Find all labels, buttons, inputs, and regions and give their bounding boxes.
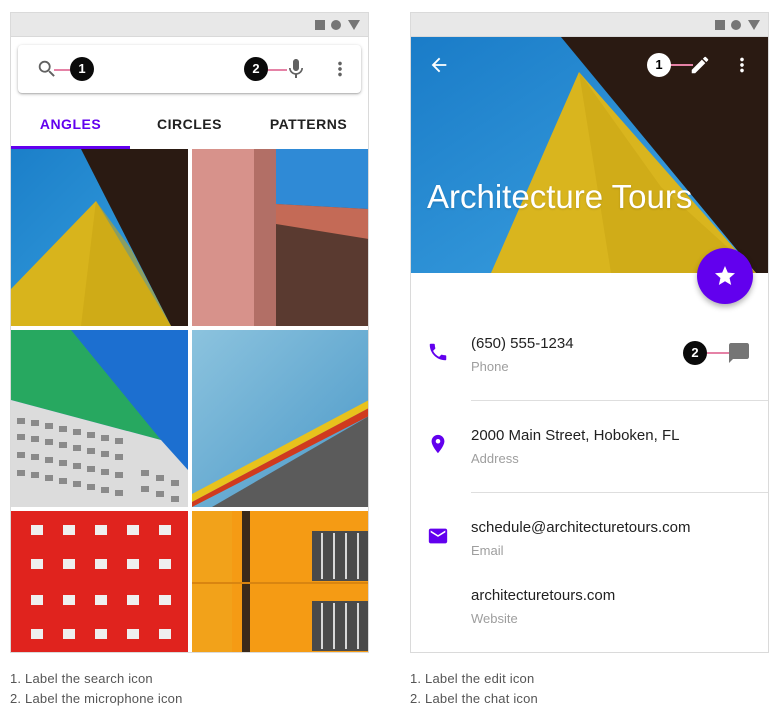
phone-value[interactable]: (650) 555-1234 [471,335,574,352]
status-circle-icon [331,20,341,30]
favorite-fab[interactable] [697,248,753,304]
annotation-badge-2: 2 [244,57,268,81]
status-square-icon [715,20,725,30]
annotation-line [669,64,693,66]
annotation-line [267,69,287,71]
phone-icon [429,343,447,361]
mic-icon[interactable] [284,57,308,81]
status-circle-icon [731,20,741,30]
status-bar [11,13,368,37]
annotation-badge-2: 2 [683,341,707,365]
more-vert-icon[interactable] [731,54,753,76]
divider [471,400,768,401]
tab-patterns[interactable]: PATTERNS [249,105,368,149]
grid-image-2[interactable] [192,149,368,326]
screen-contact-detail: 1 Architecture Tours (650) 555-1234 Phon… [410,12,769,653]
status-triangle-icon [348,20,360,30]
more-vert-icon[interactable] [329,58,351,80]
status-bar [411,13,768,37]
tab-circles[interactable]: CIRCLES [130,105,249,149]
annotation-badge-1: 1 [647,53,671,77]
grid-image-1[interactable] [11,149,188,326]
arrow-back-icon[interactable] [428,54,450,76]
annotation-badge-1: 1 [70,57,94,81]
caption-left-2: 2. Label the microphone icon [10,691,183,706]
caption-left-1: 1. Label the search icon [10,671,153,686]
annotation-line [707,352,729,354]
location-icon [431,434,445,454]
image-grid [11,149,368,652]
grid-image-5[interactable] [11,511,188,652]
hero-image [411,37,768,273]
grid-image-4[interactable] [192,330,368,507]
grid-image-6[interactable] [192,511,368,652]
website-value[interactable]: architecturetours.com [471,587,615,604]
email-label: Email [471,543,504,558]
website-label: Website [471,611,518,626]
grid-image-3[interactable] [11,330,188,507]
status-triangle-icon [748,20,760,30]
address-value[interactable]: 2000 Main Street, Hoboken, FL [471,427,679,444]
caption-right-1: 1. Label the edit icon [410,671,535,686]
address-label: Address [471,451,519,466]
star-icon [715,266,735,285]
status-square-icon [315,20,325,30]
phone-label: Phone [471,359,509,374]
email-value[interactable]: schedule@architecturetours.com [471,519,691,536]
tab-bar: ANGLES CIRCLES PATTERNS [11,105,368,149]
chat-icon[interactable] [727,341,751,365]
tab-angles[interactable]: ANGLES [11,105,130,149]
email-icon [428,528,448,544]
page-title: Architecture Tours [427,178,693,215]
divider [471,492,768,493]
caption-right-2: 2. Label the chat icon [410,691,538,706]
screen-search-gallery: 1 2 ANGLES CIRCLES PATTERNS [10,12,369,653]
